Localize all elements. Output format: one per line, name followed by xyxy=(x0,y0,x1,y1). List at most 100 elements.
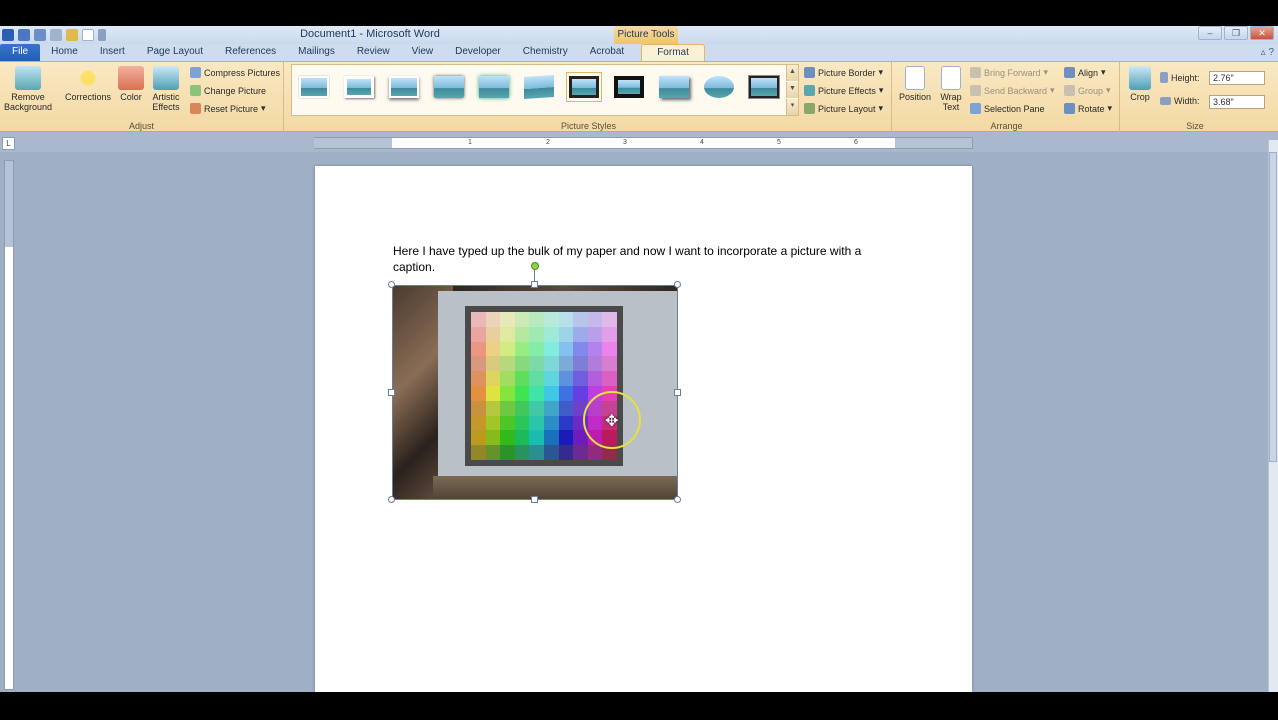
restore-icon[interactable]: ❐ xyxy=(1224,26,1248,40)
dropdown-arrow-icon: ▾ xyxy=(1107,103,1113,113)
resize-handle-top-right[interactable] xyxy=(674,281,681,288)
change-picture-button[interactable]: Change Picture xyxy=(190,85,266,96)
picture-border-button[interactable]: Picture Border ▾ xyxy=(804,67,883,78)
group-button[interactable]: Group ▾ xyxy=(1064,85,1111,96)
corrections-sun-icon xyxy=(75,66,101,90)
picture-effects-button[interactable]: Picture Effects ▾ xyxy=(804,85,883,96)
tab-insert[interactable]: Insert xyxy=(89,44,136,61)
tab-chemistry[interactable]: Chemistry xyxy=(512,44,579,61)
compress-icon xyxy=(190,67,201,78)
tab-format[interactable]: Format xyxy=(641,44,705,61)
photo-swatch xyxy=(529,371,544,386)
dropdown-arrow-icon: ▾ xyxy=(1106,85,1111,95)
vertical-ruler-top-margin xyxy=(5,161,13,247)
close-icon[interactable]: ✕ xyxy=(1250,26,1274,40)
rotate-button[interactable]: Rotate ▾ xyxy=(1064,103,1112,114)
help-icon[interactable]: ▵ ? xyxy=(1261,47,1274,58)
tab-view[interactable]: View xyxy=(401,44,445,61)
photo-swatch xyxy=(558,312,574,327)
reset-picture-button[interactable]: Reset Picture ▾ xyxy=(190,103,266,114)
crop-button[interactable]: Crop xyxy=(1124,66,1156,102)
artistic-effects-icon xyxy=(153,66,179,90)
corrections-button[interactable]: Corrections xyxy=(62,66,114,102)
tab-page-layout[interactable]: Page Layout xyxy=(136,44,214,61)
artistic-effects-button[interactable]: Artistic Effects xyxy=(148,66,184,112)
remove-background-icon xyxy=(15,66,41,90)
letterbox-bottom xyxy=(0,692,1278,720)
align-button[interactable]: Align ▾ xyxy=(1064,67,1106,78)
photo-swatch xyxy=(573,386,588,401)
resize-handle-right[interactable] xyxy=(674,389,681,396)
body-paragraph[interactable]: Here I have typed up the bulk of my pape… xyxy=(393,243,873,275)
title-bar: Document1 - Microsoft Word Picture Tools… xyxy=(0,26,1278,44)
photo-swatch xyxy=(500,415,515,431)
send-backward-button[interactable]: Send Backward ▾ xyxy=(970,85,1055,96)
photo-swatch xyxy=(558,430,574,446)
tab-file[interactable]: File xyxy=(0,44,41,61)
photo-swatch xyxy=(471,312,486,327)
picture-style-2[interactable] xyxy=(341,72,377,102)
picture-style-4[interactable] xyxy=(431,72,467,102)
picture-style-6[interactable] xyxy=(521,72,557,102)
picture-style-1[interactable] xyxy=(296,72,332,102)
bring-forward-button[interactable]: Bring Forward ▾ xyxy=(970,67,1048,78)
resize-handle-left[interactable] xyxy=(388,389,395,396)
photo-swatch xyxy=(471,371,486,386)
selection-pane-button[interactable]: Selection Pane xyxy=(970,103,1045,114)
photo-swatch xyxy=(558,415,574,431)
photo-swatch xyxy=(485,356,501,372)
arrange-group-label: Arrange xyxy=(990,121,1023,131)
photo-swatch xyxy=(544,371,559,386)
photo-swatch xyxy=(558,386,574,401)
photo-swatch xyxy=(529,445,544,460)
picture-style-8[interactable] xyxy=(611,72,647,102)
height-input[interactable]: 2.76" xyxy=(1209,71,1265,85)
tab-review[interactable]: Review xyxy=(346,44,401,61)
picture-layout-button[interactable]: Picture Layout ▾ xyxy=(804,103,883,114)
bring-forward-icon xyxy=(970,67,981,78)
horizontal-ruler[interactable]: 1 1 2 3 4 5 6 7 xyxy=(314,137,973,149)
height-icon xyxy=(1160,72,1168,83)
photo-swatch xyxy=(529,312,544,327)
rotate-handle[interactable] xyxy=(531,262,539,270)
compress-pictures-button[interactable]: Compress Pictures xyxy=(190,67,280,78)
resize-handle-top[interactable] xyxy=(531,281,538,288)
minimize-icon[interactable]: – xyxy=(1198,26,1222,40)
tab-references[interactable]: References xyxy=(214,44,287,61)
tab-acrobat[interactable]: Acrobat xyxy=(579,44,635,61)
tab-mailings[interactable]: Mailings xyxy=(287,44,346,61)
photo-swatch xyxy=(573,445,588,460)
resize-handle-bottom-right[interactable] xyxy=(674,496,681,503)
photo-swatch xyxy=(485,430,501,446)
tab-selector-button[interactable]: L xyxy=(2,137,15,150)
scrollbar-thumb[interactable] xyxy=(1269,152,1277,462)
resize-handle-bottom[interactable] xyxy=(531,496,538,503)
photo-swatch xyxy=(558,326,574,342)
photo-swatch xyxy=(514,415,530,431)
color-button[interactable]: Color xyxy=(116,66,146,102)
picture-style-7[interactable] xyxy=(566,72,602,102)
picture-layout-icon xyxy=(804,103,815,114)
tab-home[interactable]: Home xyxy=(40,44,89,61)
photo-swatch xyxy=(500,326,515,342)
inserted-picture[interactable] xyxy=(392,285,678,500)
picture-style-11[interactable] xyxy=(746,72,782,102)
crop-icon xyxy=(1129,66,1151,90)
picture-style-10[interactable] xyxy=(701,72,737,102)
wrap-text-button[interactable]: Wrap Text xyxy=(936,66,966,112)
gallery-more-icon[interactable]: ▾ xyxy=(786,99,798,115)
photo-swatch xyxy=(485,371,501,386)
picture-style-3[interactable] xyxy=(386,72,422,102)
width-input[interactable]: 3.68" xyxy=(1209,95,1265,109)
remove-background-button[interactable]: Remove Background xyxy=(2,66,54,112)
group-icon xyxy=(1064,85,1075,96)
position-button[interactable]: Position xyxy=(896,66,934,102)
picture-style-5[interactable] xyxy=(476,72,512,102)
tab-developer[interactable]: Developer xyxy=(444,44,512,61)
resize-handle-top-left[interactable] xyxy=(388,281,395,288)
resize-handle-bottom-left[interactable] xyxy=(388,496,395,503)
gallery-scroll-up-icon[interactable]: ▲ xyxy=(786,65,798,81)
gallery-scroll-down-icon[interactable]: ▼ xyxy=(786,82,798,98)
photo-swatch xyxy=(514,326,530,342)
picture-style-9[interactable] xyxy=(656,72,692,102)
